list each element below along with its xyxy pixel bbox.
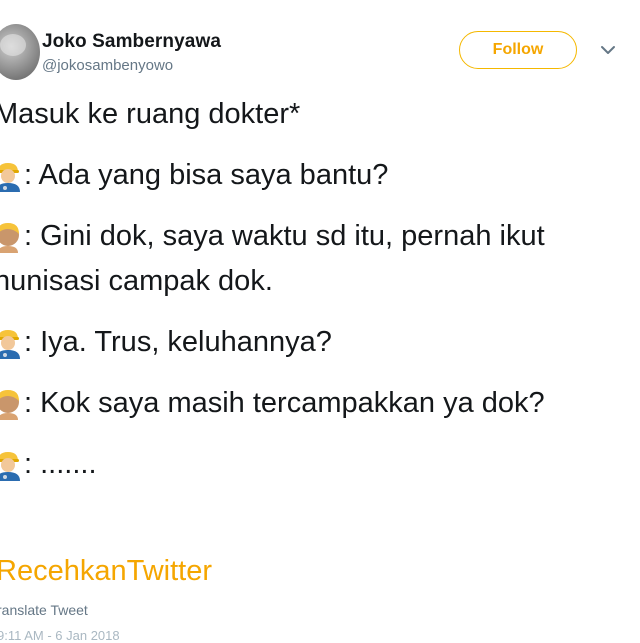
doctor-emoji-icon (0, 451, 20, 481)
follow-button[interactable]: Follow (459, 31, 577, 69)
tweet-line: : Kok saya masih tercampakkan ya dok? (0, 381, 634, 426)
avatar[interactable] (0, 24, 40, 80)
tweet-line: : ....... (0, 442, 634, 487)
tweet-line-text: : ....... (24, 448, 97, 480)
doctor-emoji-icon (0, 162, 20, 192)
tweet-line-text: nunisasi campak dok. (0, 265, 273, 297)
tweet-line: : Gini dok, saya waktu sd itu, pernah ik… (0, 214, 634, 259)
doctor-emoji-icon (0, 329, 20, 359)
tweet-text: Masuk ke ruang dokter* : Ada yang bisa s… (0, 92, 634, 487)
tweet-line-text: : Iya. Trus, keluhannya? (24, 326, 332, 358)
patient-emoji-icon (0, 389, 19, 420)
translate-tweet-link[interactable]: ranslate Tweet (0, 602, 88, 618)
tweet-line-text: : Ada yang bisa saya bantu? (24, 159, 389, 191)
tweet-line: : Iya. Trus, keluhannya? (0, 320, 634, 365)
tweet-timestamp[interactable]: 9:11 AM - 6 Jan 2018 (0, 628, 120, 643)
tweet-line-text: Masuk ke ruang dokter* (0, 98, 301, 130)
chevron-down-icon[interactable] (600, 44, 616, 56)
tweet-line: : Ada yang bisa saya bantu? (0, 153, 634, 198)
patient-emoji-icon (0, 222, 19, 253)
tweet-line-text: : Gini dok, saya waktu sd itu, pernah ik… (24, 220, 545, 252)
tweet-line-text: : Kok saya masih tercampakkan ya dok? (24, 387, 545, 419)
hashtag-link[interactable]: RecehkanTwitter (0, 555, 212, 588)
display-name[interactable]: Joko Sambernyawa (42, 31, 221, 53)
tweet-line: nunisasi campak dok. (0, 259, 634, 304)
user-handle[interactable]: @jokosambenyowo (42, 57, 173, 74)
tweet-line: Masuk ke ruang dokter* (0, 92, 634, 137)
